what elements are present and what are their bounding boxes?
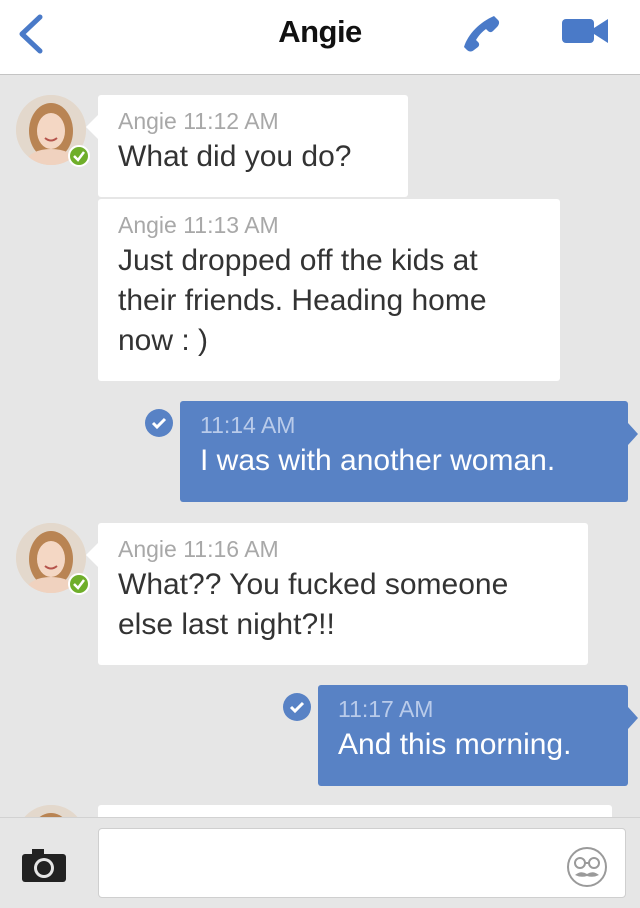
message-list[interactable]: Angie 11:12 AM What did you do? Angie 11…	[0, 75, 640, 817]
message-bubble-incoming[interactable]: Angie 11:12 AM What did you do?	[86, 95, 408, 197]
video-call-button[interactable]	[562, 16, 610, 46]
message-bubble-incoming[interactable]	[98, 805, 612, 817]
message-bubble-outgoing[interactable]: 11:14 AM I was with another woman.	[180, 401, 638, 502]
message-text: And this morning.	[338, 728, 572, 761]
phone-icon	[464, 16, 500, 52]
message-text: What?? You fucked someone else last nigh…	[118, 568, 509, 641]
sender-name: Angie	[118, 108, 177, 134]
message-input[interactable]	[98, 828, 626, 898]
message-time: 11:17 AM	[338, 696, 434, 722]
avatar[interactable]	[16, 95, 90, 167]
composer-bar	[0, 817, 640, 908]
online-status-icon	[68, 573, 90, 595]
sender-name: Angie	[118, 212, 177, 238]
online-status-icon	[68, 145, 90, 167]
message-text: Just dropped off the kids at their frien…	[118, 244, 487, 357]
message-time: 11:14 AM	[200, 412, 296, 438]
message-bubble-incoming[interactable]: Angie 11:13 AM Just dropped off the kids…	[98, 199, 560, 381]
call-button[interactable]	[460, 12, 502, 54]
check-circle-icon	[283, 693, 311, 721]
message-meta: Angie 11:13 AM	[118, 211, 540, 239]
chat-header: Angie	[0, 0, 640, 75]
emoji-button[interactable]	[566, 846, 608, 888]
check-circle-icon	[145, 409, 173, 437]
sender-name: Angie	[118, 536, 177, 562]
video-camera-icon	[562, 19, 608, 43]
message-meta: Angie 11:12 AM	[118, 107, 388, 135]
message-text: I was with another woman.	[200, 444, 556, 477]
avatar-photo	[16, 805, 86, 817]
avatar[interactable]	[16, 523, 90, 595]
conversation-title: Angie	[278, 14, 362, 49]
message-bubble-incoming[interactable]: Angie 11:16 AM What?? You fucked someone…	[86, 523, 588, 665]
camera-icon	[22, 849, 66, 882]
message-text: What did you do?	[118, 140, 352, 173]
message-bubble-outgoing[interactable]: 11:17 AM And this morning.	[318, 685, 638, 786]
avatar[interactable]	[16, 805, 86, 817]
camera-button[interactable]	[20, 846, 68, 884]
message-time: 11:16 AM	[183, 536, 279, 562]
mustache-emoji-icon	[567, 847, 607, 887]
message-meta: Angie 11:16 AM	[118, 535, 568, 563]
message-time: 11:12 AM	[183, 108, 279, 134]
message-time: 11:13 AM	[183, 212, 279, 238]
